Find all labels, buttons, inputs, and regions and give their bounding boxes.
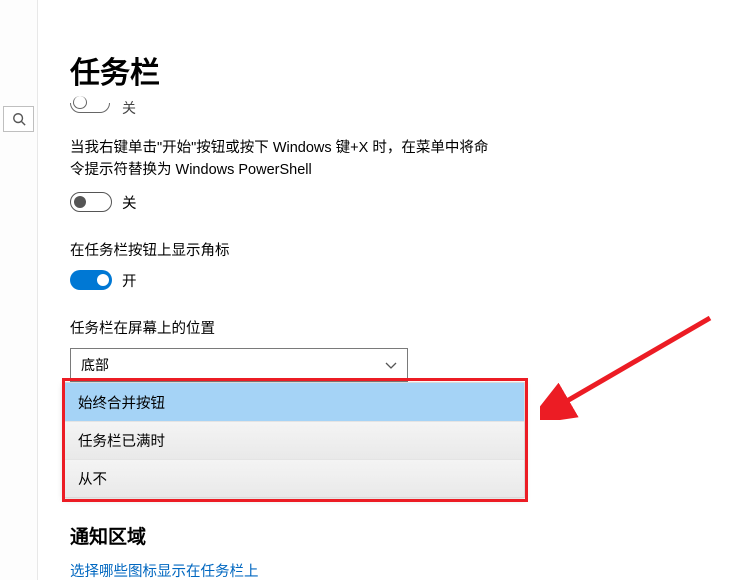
- dropdown-option-0[interactable]: 始终合并按钮: [64, 383, 524, 421]
- dropdown-option-2[interactable]: 从不: [64, 459, 524, 497]
- toggle-powershell-label: 关: [122, 192, 137, 213]
- toggle-badges-label: 开: [122, 270, 137, 291]
- dropdown-option-1[interactable]: 任务栏已满时: [64, 421, 524, 459]
- toggle-row-partial: 关: [70, 98, 540, 118]
- link-choose-icons[interactable]: 选择哪些图标显示在任务栏上: [70, 560, 259, 581]
- section-notification-title: 通知区域: [70, 522, 146, 549]
- search-icon: [12, 112, 26, 126]
- powershell-desc: 当我右键单击"开始"按钮或按下 Windows 键+X 时，在菜单中将命令提示符…: [70, 138, 490, 182]
- chevron-down-icon: [385, 359, 397, 371]
- toggle-powershell[interactable]: [70, 192, 112, 212]
- search-button[interactable]: [3, 106, 34, 132]
- toggle-badges[interactable]: [70, 270, 112, 290]
- position-value: 底部: [81, 355, 109, 375]
- nav-sidebar: [0, 0, 38, 580]
- toggle-partial[interactable]: [70, 103, 110, 113]
- combine-dropdown[interactable]: 始终合并按钮 任务栏已满时 从不: [63, 382, 525, 498]
- position-label: 任务栏在屏幕上的位置: [70, 317, 540, 338]
- toggle-label-partial: 关: [122, 98, 136, 118]
- page-title: 任务栏: [70, 48, 540, 92]
- settings-content: 任务栏 关 当我右键单击"开始"按钮或按下 Windows 键+X 时，在菜单中…: [70, 48, 540, 429]
- badges-label: 在任务栏按钮上显示角标: [70, 239, 540, 260]
- annotation-arrow-icon: [540, 310, 720, 420]
- position-select[interactable]: 底部: [70, 348, 408, 382]
